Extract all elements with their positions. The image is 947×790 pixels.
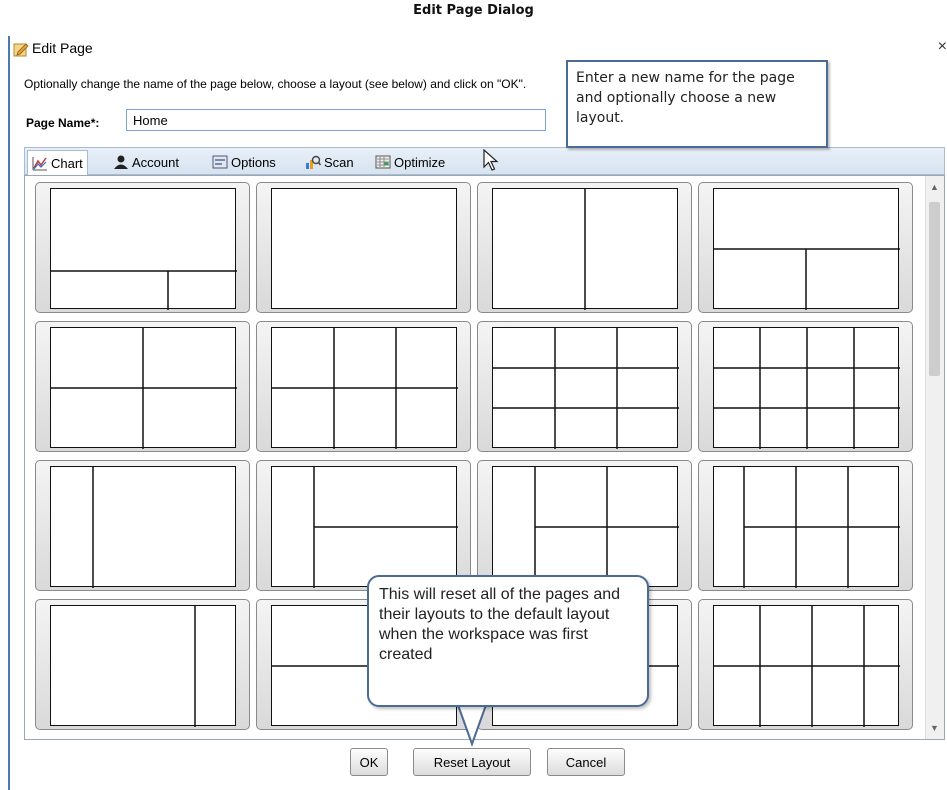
figure-caption: Edit Page Dialog	[413, 3, 534, 18]
cancel-button[interactable]: Cancel	[547, 748, 625, 776]
mouse-pointer-icon	[483, 149, 499, 171]
layout-preview	[713, 327, 900, 449]
page-name-label: Page Name*:	[26, 116, 100, 130]
scroll-up-icon[interactable]: ▲	[930, 182, 939, 192]
layout-preview	[50, 188, 237, 310]
instructions-text: Optionally change the name of the page b…	[24, 77, 527, 91]
page-name-tooltip: Enter a new name for the page and option…	[566, 60, 828, 148]
tab-label: Account	[132, 154, 179, 170]
tab-scan[interactable]: Scan	[305, 151, 354, 173]
layout-option[interactable]	[477, 182, 692, 313]
chart-icon	[32, 157, 47, 171]
layout-option[interactable]	[256, 460, 471, 591]
tab-label: Scan	[324, 154, 354, 170]
layout-diagram	[92, 467, 94, 588]
tab-chart[interactable]: Chart	[27, 150, 88, 175]
layout-option[interactable]	[698, 321, 913, 452]
options-icon	[212, 155, 228, 169]
layout-diagram	[272, 328, 458, 449]
page-name-input[interactable]	[126, 109, 546, 131]
layout-preview	[713, 188, 900, 310]
layout-preview	[271, 188, 457, 309]
layout-diagram	[272, 189, 458, 310]
scroll-thumb[interactable]	[929, 202, 940, 376]
layout-preview	[50, 327, 237, 449]
layout-diagram	[194, 606, 196, 727]
scan-icon	[306, 155, 321, 169]
layout-preview	[713, 605, 900, 727]
layout-preview	[492, 327, 679, 449]
layout-option[interactable]	[698, 599, 913, 730]
layout-diagram	[584, 189, 586, 310]
close-icon[interactable]: ×	[938, 38, 947, 56]
layout-preview	[50, 605, 236, 727]
reset-layout-tooltip: This will reset all of the pages and the…	[367, 575, 649, 707]
layout-option[interactable]	[698, 182, 913, 313]
layout-option[interactable]	[477, 460, 692, 591]
layout-diagram	[51, 328, 237, 449]
dialog-title: Edit Page	[32, 40, 93, 56]
layout-option[interactable]	[477, 321, 692, 452]
layout-option[interactable]	[256, 321, 471, 452]
tab-account[interactable]: Account	[113, 151, 179, 173]
layout-diagram	[714, 606, 900, 727]
account-icon	[114, 155, 128, 169]
scroll-down-icon[interactable]: ▼	[930, 723, 939, 733]
callout-tail	[457, 700, 487, 747]
layout-option[interactable]	[35, 182, 250, 313]
layout-preview	[492, 188, 678, 310]
tab-label: Optimize	[394, 154, 446, 170]
layout-preview	[492, 466, 679, 588]
layout-preview	[271, 327, 458, 449]
layout-diagram	[534, 467, 679, 588]
layout-preview	[271, 466, 458, 588]
layout-diagram	[51, 270, 237, 310]
vertical-scrollbar[interactable]: ▲ ▼	[925, 176, 944, 739]
layout-diagram	[313, 467, 458, 588]
layout-diagram	[714, 328, 900, 449]
tab-label: Options	[231, 154, 276, 170]
layout-preview	[50, 466, 236, 588]
optimize-icon	[375, 155, 391, 169]
layout-option[interactable]	[35, 599, 250, 730]
edit-page-icon	[13, 43, 29, 57]
layout-option[interactable]	[35, 321, 250, 452]
reset-layout-button[interactable]: Reset Layout	[413, 748, 531, 776]
layout-diagram	[743, 467, 900, 588]
layout-option[interactable]	[698, 460, 913, 591]
layout-preview	[713, 466, 900, 588]
tab-options[interactable]: Options	[212, 151, 276, 173]
tab-label: Chart	[51, 155, 83, 171]
layout-diagram	[714, 248, 900, 310]
title-bar: Edit Page ×	[10, 36, 947, 62]
layout-option[interactable]	[35, 460, 250, 591]
layout-diagram	[493, 328, 679, 449]
layout-option[interactable]	[256, 182, 471, 313]
tab-optimize[interactable]: Optimize	[375, 151, 445, 173]
ok-button[interactable]: OK	[350, 748, 388, 776]
